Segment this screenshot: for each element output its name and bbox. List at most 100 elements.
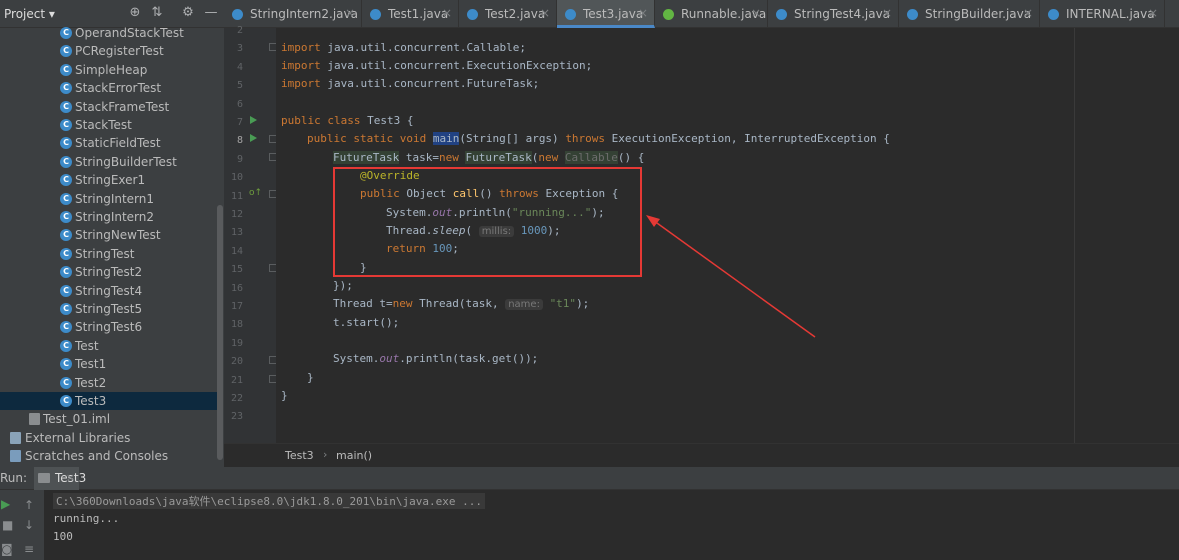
tree-item-label: StringNewTest <box>75 228 161 243</box>
breadcrumb-class[interactable]: Test3 <box>285 449 314 462</box>
tree-item[interactable]: C StackTest <box>0 116 217 134</box>
close-icon[interactable]: × <box>540 6 550 20</box>
line-number[interactable]: 17 <box>224 301 243 312</box>
line-number[interactable]: 10 <box>224 172 243 183</box>
close-icon[interactable]: × <box>442 6 452 20</box>
param-hint: name: <box>505 299 543 310</box>
tree-item[interactable]: C StringExer1 <box>0 171 217 189</box>
locate-icon[interactable]: ⊕ <box>127 5 143 20</box>
tree-item[interactable]: External Libraries <box>0 429 217 447</box>
line-number[interactable]: 4 <box>224 62 243 73</box>
line-number[interactable]: 6 <box>224 99 243 110</box>
override-marker-icon[interactable]: o↑ <box>249 188 262 198</box>
tree-item[interactable]: C StackErrorTest <box>0 79 217 97</box>
tree-item[interactable]: Test_01.iml <box>0 410 217 428</box>
tree-item[interactable]: C SimpleHeap <box>0 61 217 79</box>
editor-tab[interactable]: INTERNAL.java × <box>1040 0 1165 28</box>
line-number[interactable]: 7 <box>224 117 243 128</box>
tree-item-label: StackFrameTest <box>75 99 170 114</box>
tree-item[interactable]: C Test3 <box>0 392 217 410</box>
tree-item[interactable]: C StringTest <box>0 245 217 263</box>
editor-tab[interactable]: StringBuilder.java × <box>899 0 1040 28</box>
tree-item[interactable]: C StringTest5 <box>0 300 217 318</box>
run-config-icon <box>38 473 50 483</box>
tree-item-label: StackErrorTest <box>75 81 162 96</box>
line-number[interactable]: 14 <box>224 246 243 257</box>
tree-item[interactable]: C StackFrameTest <box>0 98 217 116</box>
scroll-up-icon[interactable]: ↑ <box>24 498 34 512</box>
tree-item[interactable]: C PCRegisterTest <box>0 42 217 60</box>
stop-icon[interactable]: ■ <box>2 518 13 532</box>
line-number[interactable]: 9 <box>224 154 243 165</box>
tree-item[interactable]: Scratches and Consoles <box>0 447 217 465</box>
tree-item[interactable]: C Test2 <box>0 374 217 392</box>
close-icon[interactable]: × <box>345 6 355 20</box>
line-number[interactable]: 5 <box>224 80 243 91</box>
collapse-all-icon[interactable]: ⇅ <box>149 5 165 20</box>
editor-tab[interactable]: Runnable.java × <box>655 0 768 28</box>
editor-tab[interactable]: StringTest4.java × <box>768 0 899 28</box>
line-number[interactable]: 15 <box>224 264 243 275</box>
run-tab[interactable]: Test3 × <box>34 467 86 490</box>
line-number[interactable]: 18 <box>224 319 243 330</box>
editor-tab-label: Test1.java <box>388 7 449 21</box>
close-icon[interactable]: × <box>751 6 761 20</box>
close-icon[interactable]: × <box>882 6 892 20</box>
camera-icon[interactable]: ◙ <box>1 542 13 556</box>
line-number[interactable]: 8 <box>224 135 243 146</box>
project-panel-title[interactable]: Project ▾ <box>4 7 55 21</box>
java-class-icon: C <box>60 303 72 315</box>
tree-item[interactable]: C StringBuilderTest <box>0 153 217 171</box>
close-icon[interactable]: × <box>638 6 648 20</box>
java-class-icon: C <box>60 155 72 168</box>
code-line-9: FutureTask task=new FutureTask(new Calla… <box>333 151 645 164</box>
tree-item[interactable]: C StringIntern2 <box>0 208 217 226</box>
editor-tab[interactable]: Test3.java × <box>557 0 655 28</box>
soft-wrap-icon[interactable]: ≡ <box>24 542 34 556</box>
sidebar-scrollbar[interactable] <box>217 205 223 460</box>
tree-item[interactable]: C StringTest4 <box>0 282 217 300</box>
editor-tab[interactable]: Test1.java × <box>362 0 459 28</box>
line-number[interactable]: 2 <box>224 25 243 36</box>
close-icon[interactable]: × <box>66 471 75 484</box>
close-icon[interactable]: × <box>1148 6 1158 20</box>
interface-icon <box>663 9 674 20</box>
tree-item-label: StringIntern2 <box>75 210 155 224</box>
tree-item-label: OperandStackTest <box>75 26 184 40</box>
tree-item[interactable]: C Test1 <box>0 355 217 373</box>
line-number[interactable]: 21 <box>224 375 243 386</box>
line-number[interactable]: 13 <box>224 227 243 238</box>
class-icon <box>467 9 478 20</box>
tree-item[interactable]: C Test <box>0 337 217 355</box>
console-output-line: running... <box>53 512 120 525</box>
line-number[interactable]: 19 <box>224 338 243 349</box>
run-console[interactable]: C:\360Downloads\java软件\eclipse8.0\jdk1.8… <box>0 490 1179 560</box>
run-class-icon[interactable] <box>250 116 257 124</box>
hide-panel-icon[interactable]: — <box>203 5 219 20</box>
tree-item[interactable]: C StringTest2 <box>0 263 217 281</box>
breadcrumb-method[interactable]: main() <box>336 449 372 462</box>
java-class-icon: C <box>60 174 72 187</box>
close-icon[interactable]: × <box>1023 6 1033 20</box>
class-icon <box>370 9 381 20</box>
tree-item[interactable]: C OperandStackTest <box>0 24 217 42</box>
tree-item[interactable]: C StringNewTest <box>0 226 217 244</box>
line-number[interactable]: 23 <box>224 411 243 422</box>
scroll-down-icon[interactable]: ↓ <box>24 518 34 532</box>
line-number[interactable]: 11 <box>224 191 243 202</box>
editor-tab[interactable]: StringIntern2.java × <box>224 0 362 28</box>
line-number[interactable]: 3 <box>224 43 243 54</box>
line-number[interactable]: 22 <box>224 393 243 404</box>
tree-item[interactable]: C StaticFieldTest <box>0 134 217 152</box>
tree-item[interactable]: C StringIntern1 <box>0 190 217 208</box>
line-number[interactable]: 20 <box>224 356 243 367</box>
run-main-icon[interactable] <box>250 134 257 142</box>
tree-item-label: StackTest <box>75 118 132 132</box>
editor-tab[interactable]: Test2.java × <box>459 0 557 28</box>
breadcrumb: Test3 › main() <box>224 443 1179 467</box>
line-number[interactable]: 12 <box>224 209 243 220</box>
rerun-icon[interactable]: ▶ <box>1 497 10 511</box>
line-number[interactable]: 16 <box>224 283 243 294</box>
gear-icon[interactable]: ⚙ <box>180 5 196 20</box>
tree-item[interactable]: C StringTest6 <box>0 318 217 336</box>
